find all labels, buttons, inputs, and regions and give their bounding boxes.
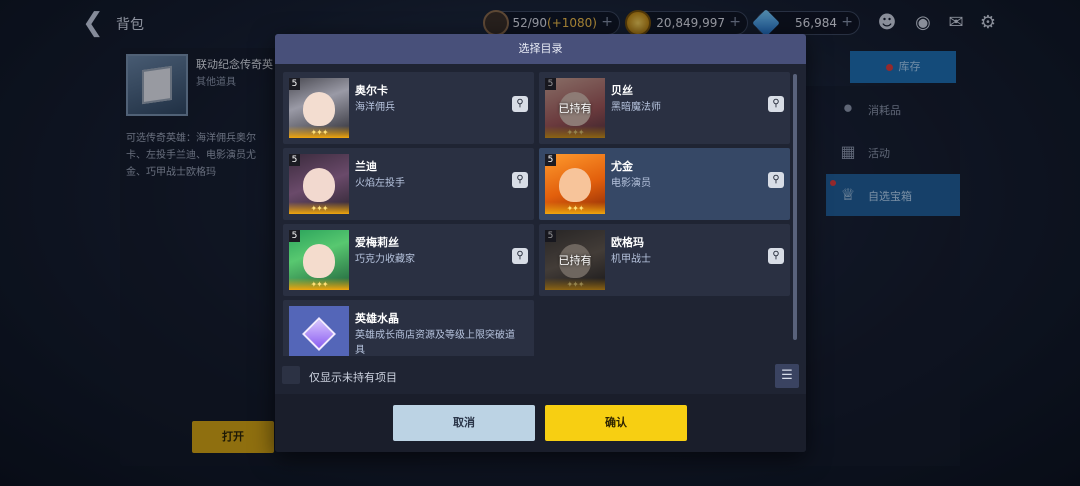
unowned-only-checkbox[interactable] <box>282 366 300 384</box>
item-card-hero-crystal[interactable]: 英雄水晶 英雄成长商店资源及等级上限突破道具 <box>283 300 534 356</box>
star-icons: ✦✦✦ <box>566 204 584 213</box>
grade-badge: 5 <box>289 154 300 166</box>
hero-title: 机甲战士 <box>611 254 651 265</box>
hero-portrait: ✦✦✦ 5 已持有 <box>545 230 605 290</box>
portrait-face <box>303 92 335 126</box>
star-icons: ✦✦✦ <box>310 128 328 137</box>
magnifier-icon[interactable]: ⚲ <box>768 248 784 264</box>
grade-badge: 5 <box>545 230 556 242</box>
owned-label: 已持有 <box>558 254 592 267</box>
rarity-bar <box>545 278 605 290</box>
hero-card-bes[interactable]: ✦✦✦ 5 已持有 贝丝 黑暗魔法师 ⚲ <box>539 72 790 144</box>
star-icons: ✦✦✦ <box>566 128 584 137</box>
dialog-footer: 取消 确认 <box>275 394 806 452</box>
hero-name: 爱梅莉丝 <box>355 236 399 249</box>
hero-card-amelis[interactable]: ✦✦✦ 5 爱梅莉丝 巧克力收藏家 ⚲ <box>283 224 534 296</box>
hero-title: 海洋佣兵 <box>355 102 395 113</box>
star-icons: ✦✦✦ <box>310 204 328 213</box>
hero-title: 巧克力收藏家 <box>355 254 415 265</box>
hero-card-randi[interactable]: ✦✦✦ 5 兰迪 火焰左投手 ⚲ <box>283 148 534 220</box>
cancel-button[interactable]: 取消 <box>393 405 535 441</box>
hero-title: 火焰左投手 <box>355 178 405 189</box>
magnifier-icon[interactable]: ⚲ <box>768 172 784 188</box>
item-description: 英雄成长商店资源及等级上限突破道具 <box>355 330 515 356</box>
portrait-face <box>559 168 591 202</box>
hero-card-eugene[interactable]: ✦✦✦ 5 尤金 电影演员 ⚲ <box>539 148 790 220</box>
magnifier-icon[interactable]: ⚲ <box>512 172 528 188</box>
hero-name: 奥尔卡 <box>355 84 388 97</box>
grade-badge: 5 <box>289 78 300 90</box>
unowned-only-label: 仅显示未持有项目 <box>309 371 397 384</box>
hero-title: 电影演员 <box>611 178 651 189</box>
scrollbar[interactable] <box>793 74 797 340</box>
hero-name: 尤金 <box>611 160 633 173</box>
hero-title: 黑暗魔法师 <box>611 102 661 113</box>
crystal-icon <box>302 317 336 351</box>
magnifier-icon[interactable]: ⚲ <box>768 96 784 112</box>
hero-card-orca[interactable]: ✦✦✦ 5 奥尔卡 海洋佣兵 ⚲ <box>283 72 534 144</box>
hero-name: 贝丝 <box>611 84 633 97</box>
portrait-face <box>303 244 335 278</box>
owned-label: 已持有 <box>558 102 592 115</box>
sliders-icon[interactable]: ☰ <box>775 364 799 388</box>
hero-name: 兰迪 <box>355 160 377 173</box>
hero-portrait: ✦✦✦ 5 <box>289 78 349 138</box>
hero-portrait: ✦✦✦ 5 已持有 <box>545 78 605 138</box>
grade-badge: 5 <box>289 230 300 242</box>
select-item-dialog: 选择目录 ✦✦✦ 5 奥尔卡 海洋佣兵 ⚲ ✦✦✦ 5 已持有 贝丝 黑暗魔法师… <box>275 34 806 452</box>
item-name: 英雄水晶 <box>355 312 399 325</box>
magnifier-icon[interactable]: ⚲ <box>512 248 528 264</box>
hero-portrait: ✦✦✦ 5 <box>289 230 349 290</box>
hero-portrait: ✦✦✦ 5 <box>545 154 605 214</box>
grade-badge: 5 <box>545 154 556 166</box>
rarity-bar <box>545 126 605 138</box>
portrait-face <box>303 168 335 202</box>
item-portrait <box>289 306 349 356</box>
star-icons: ✦✦✦ <box>310 280 328 289</box>
dialog-title: 选择目录 <box>275 34 806 64</box>
hero-portrait: ✦✦✦ 5 <box>289 154 349 214</box>
hero-name: 欧格玛 <box>611 236 644 249</box>
grade-badge: 5 <box>545 78 556 90</box>
hero-card-omega[interactable]: ✦✦✦ 5 已持有 欧格玛 机甲战士 ⚲ <box>539 224 790 296</box>
filter-row: 仅显示未持有项目 ☰ <box>275 358 806 396</box>
confirm-button[interactable]: 确认 <box>545 405 687 441</box>
magnifier-icon[interactable]: ⚲ <box>512 96 528 112</box>
star-icons: ✦✦✦ <box>566 280 584 289</box>
hero-list[interactable]: ✦✦✦ 5 奥尔卡 海洋佣兵 ⚲ ✦✦✦ 5 已持有 贝丝 黑暗魔法师 ⚲ ✦✦… <box>283 72 790 356</box>
